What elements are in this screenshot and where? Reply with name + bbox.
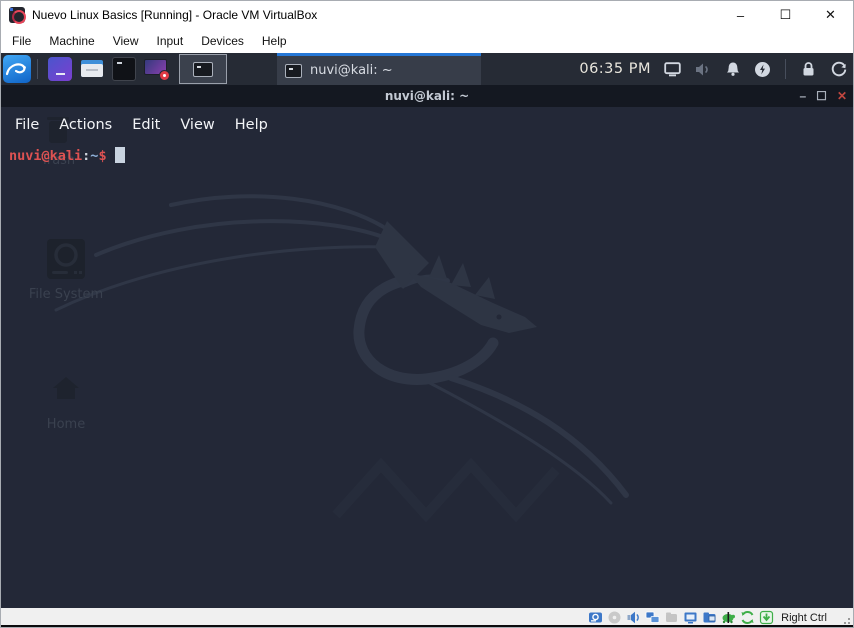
terminal-menu-view[interactable]: View (170, 113, 224, 137)
terminal-menu-file[interactable]: File (5, 113, 49, 137)
usb-icon[interactable] (663, 610, 679, 626)
window-title: Nuevo Linux Basics [Running] - Oracle VM… (32, 8, 317, 22)
menu-view[interactable]: View (104, 30, 148, 52)
keyboard-capture-icon[interactable] (758, 610, 774, 626)
host-menubar: File Machine View Input Devices Help (1, 29, 853, 53)
volume-icon[interactable] (694, 61, 711, 78)
hard-drive-icon (45, 237, 87, 281)
maximize-button[interactable]: ☐ (763, 1, 808, 29)
kali-logo-icon (3, 55, 31, 83)
terminal-dock-button[interactable] (179, 54, 227, 84)
terminal-icon (193, 62, 213, 77)
logout-icon[interactable] (830, 61, 847, 78)
terminal-icon (285, 64, 302, 78)
window-bottom-edge (1, 625, 853, 627)
terminal-maximize-button[interactable]: ☐ (816, 85, 827, 107)
launcher-screen-recorder[interactable] (143, 56, 169, 82)
kali-panel: nuvi@kali: ~ 06:35 PM (1, 53, 853, 85)
window-controls: – ☐ ✕ (718, 1, 853, 29)
launcher-terminal[interactable] (111, 56, 137, 82)
taskbar-window-button[interactable]: nuvi@kali: ~ (277, 53, 481, 85)
terminal-window-controls: – ☐ ✕ (799, 85, 847, 107)
kali-menu-button[interactable] (3, 55, 31, 83)
kali-dragon-watermark (51, 185, 631, 525)
desktop-icon-label: Home (47, 417, 85, 432)
terminal-cursor (115, 147, 125, 163)
folder-icon (80, 57, 104, 81)
launcher-file-manager[interactable] (79, 56, 105, 82)
network-icon[interactable] (644, 610, 660, 626)
screen-recorder-icon (143, 56, 169, 82)
resize-grip[interactable] (840, 614, 850, 624)
terminal-title: nuvi@kali: ~ (385, 89, 469, 103)
app-window-icon (48, 57, 72, 81)
vm-screen: Trash File System Home (1, 53, 853, 608)
terminal-menubar: File Actions Edit View Help (1, 111, 853, 139)
virtualbox-window: Nuevo Linux Basics [Running] - Oracle VM… (0, 0, 854, 628)
menu-devices[interactable]: Devices (192, 30, 253, 52)
prompt-symbol: $ (98, 148, 106, 164)
panel-separator (37, 59, 38, 79)
optical-disk-icon[interactable] (606, 610, 622, 626)
audio-icon[interactable] (625, 610, 641, 626)
menu-input[interactable]: Input (148, 30, 193, 52)
terminal-menu-actions[interactable]: Actions (49, 113, 122, 137)
panel-clock[interactable]: 06:35 PM (579, 61, 651, 77)
minimize-button[interactable]: – (718, 1, 763, 29)
lock-screen-icon[interactable] (800, 61, 817, 78)
desktop-icon-file-system[interactable]: File System (18, 237, 114, 302)
terminal-menu-help[interactable]: Help (225, 113, 278, 137)
terminal-icon (112, 57, 136, 81)
kali-desktop: Trash File System Home (1, 85, 853, 608)
mouse-integration-icon[interactable] (739, 610, 755, 626)
display-status-icon[interactable] (682, 610, 698, 626)
panel-separator (785, 59, 786, 79)
terminal-prompt: nuvi@kali:~$ (9, 147, 125, 164)
prompt-user-host: nuvi@kali (9, 148, 82, 164)
terminal-close-button[interactable]: ✕ (837, 85, 847, 107)
features-turtle-icon[interactable] (720, 610, 736, 626)
menu-machine[interactable]: Machine (40, 30, 103, 52)
panel-tray: 06:35 PM (579, 53, 847, 85)
close-button[interactable]: ✕ (808, 1, 853, 29)
terminal-minimize-button[interactable]: – (799, 85, 806, 107)
menu-help[interactable]: Help (253, 30, 296, 52)
host-titlebar: Nuevo Linux Basics [Running] - Oracle VM… (1, 1, 853, 29)
terminal-menu-edit[interactable]: Edit (122, 113, 170, 137)
hard-disk-icon[interactable] (587, 610, 603, 626)
home-icon (51, 375, 81, 401)
host-key-label: Right Ctrl (781, 612, 827, 624)
menu-file[interactable]: File (3, 30, 40, 52)
shared-folders-icon[interactable] (701, 610, 717, 626)
launcher-app-window[interactable] (47, 56, 73, 82)
terminal-titlebar[interactable]: nuvi@kali: ~ – ☐ ✕ (1, 85, 853, 107)
notifications-bell-icon[interactable] (724, 61, 741, 78)
desktop-icon-home[interactable]: Home (18, 375, 114, 432)
taskbar-window-label: nuvi@kali: ~ (310, 63, 393, 78)
power-manager-icon[interactable] (754, 61, 771, 78)
vm-app-icon (9, 7, 25, 23)
display-icon[interactable] (664, 61, 681, 78)
desktop-icon-label: File System (29, 287, 103, 302)
